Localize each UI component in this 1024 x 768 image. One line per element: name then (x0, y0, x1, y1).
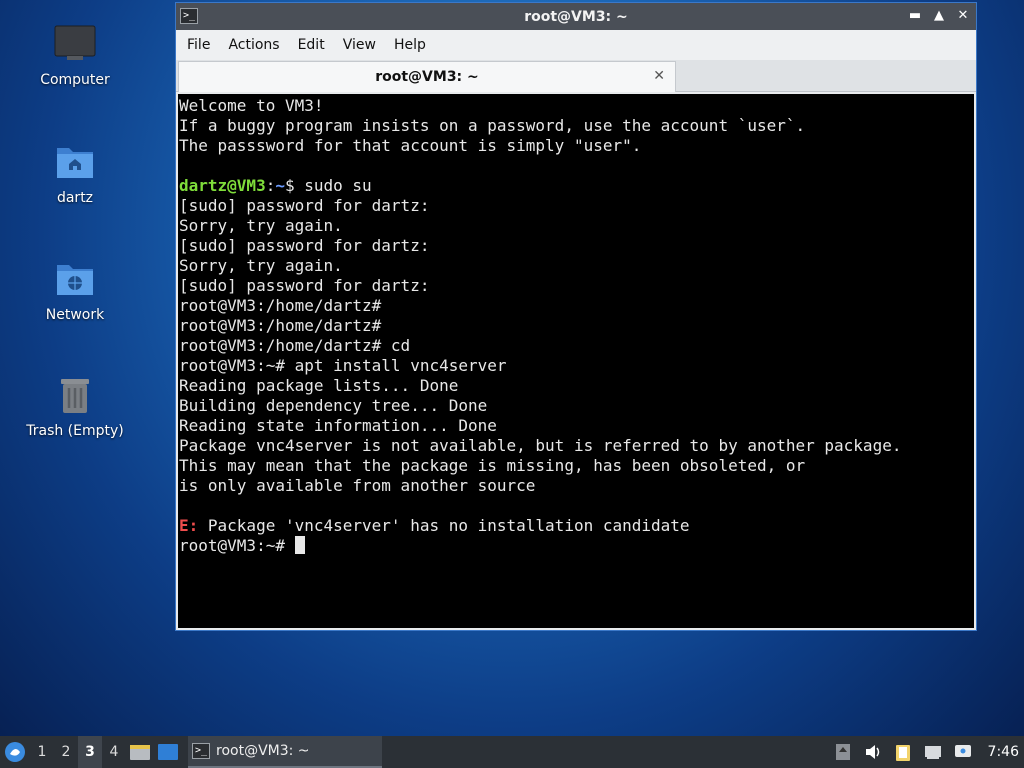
workspace-4[interactable]: 4 (102, 744, 126, 760)
terminal-line: The passsword for that account is simply… (179, 136, 642, 155)
prompt: root@VM3:~# (179, 536, 295, 555)
terminal-line: root@VM3:~# (179, 536, 974, 556)
menu-edit[interactable]: Edit (298, 37, 334, 53)
notification-icon[interactable] (953, 742, 973, 762)
terminal-line: Welcome to VM3! (179, 96, 324, 115)
terminal-line: Sorry, try again. (179, 216, 343, 235)
terminal-line: [sudo] password for dartz: (179, 276, 430, 295)
close-button[interactable]: ✕ (956, 7, 970, 25)
menu-help[interactable]: Help (394, 37, 435, 53)
terminal-line: Reading package lists... Done (179, 376, 459, 395)
terminal-icon: >_ (192, 743, 210, 759)
volume-icon[interactable] (863, 742, 883, 762)
clipboard-icon[interactable] (893, 742, 913, 762)
prompt-path: ~ (275, 176, 285, 195)
clock[interactable]: 7:46 (988, 744, 1019, 760)
tab-bar: root@VM3: ~ ✕ (176, 60, 976, 92)
tab-terminal[interactable]: root@VM3: ~ ✕ (178, 61, 676, 92)
lxqt-logo-icon (5, 742, 25, 762)
error-message: Package 'vnc4server' has no installation… (198, 516, 690, 535)
system-tray: 7:46 (828, 736, 1024, 768)
terminal-line: root@VM3:/home/dartz# cd (179, 336, 411, 355)
maximize-button[interactable]: ▲ (932, 7, 946, 25)
desktop-icon-label: dartz (56, 190, 94, 206)
desktop-icon-network[interactable]: Network (20, 257, 130, 323)
desktop-icon-trash[interactable]: Trash (Empty) (20, 373, 130, 439)
workspace-2[interactable]: 2 (54, 744, 78, 760)
tab-close-icon[interactable]: ✕ (653, 68, 665, 84)
terminal-line: Package vnc4server is not available, but… (179, 436, 902, 455)
terminal-cursor (294, 536, 305, 554)
task-label: root@VM3: ~ (216, 743, 310, 759)
desktop-icon-label: Computer (40, 72, 110, 88)
terminal-line: If a buggy program insists on a password… (179, 116, 806, 135)
taskbar-task-terminal[interactable]: >_ root@VM3: ~ (188, 736, 382, 768)
network-folder-icon (57, 265, 93, 295)
window-titlebar[interactable]: >_ root@VM3: ~ ▬ ▲ ✕ (176, 3, 976, 30)
terminal-line: [sudo] password for dartz: (179, 236, 430, 255)
file-manager-icon[interactable] (129, 741, 151, 763)
menu-view[interactable]: View (343, 37, 385, 53)
terminal-line: Sorry, try again. (179, 256, 343, 275)
minimize-button[interactable]: ▬ (908, 7, 922, 25)
workspace-1[interactable]: 1 (30, 744, 54, 760)
terminal-line: Building dependency tree... Done (179, 396, 488, 415)
prompt-command: $ sudo su (284, 176, 372, 195)
update-icon[interactable] (833, 742, 853, 762)
desktop-icon-computer[interactable]: Computer (20, 22, 130, 88)
terminal-line: root@VM3:/home/dartz# (179, 316, 382, 335)
prompt-separator: : (265, 176, 276, 195)
prompt-user: dartz@VM3 (179, 176, 266, 195)
show-desktop-icon[interactable] (157, 741, 179, 763)
error-prefix: E: (179, 516, 199, 535)
network-tray-icon[interactable] (923, 742, 943, 762)
terminal-line: [sudo] password for dartz: (179, 196, 430, 215)
terminal-output[interactable]: Welcome to VM3! If a buggy program insist… (178, 94, 974, 628)
computer-icon (54, 25, 96, 60)
terminal-line: Reading state information... Done (179, 416, 497, 435)
terminal-window[interactable]: >_ root@VM3: ~ ▬ ▲ ✕ File Actions Edit V… (175, 2, 977, 631)
desktop-icon-dartz[interactable]: dartz (20, 140, 130, 206)
home-folder-icon (57, 148, 93, 178)
terminal-line: is only available from another source (179, 476, 536, 495)
terminal-line: root@VM3:~# apt install vnc4server (179, 356, 507, 375)
start-menu-button[interactable] (0, 736, 30, 768)
taskbar: 1 2 3 4 >_ root@VM3: ~ 7:46 (0, 736, 1024, 768)
desktop-icon-label: Network (45, 307, 105, 323)
menu-actions[interactable]: Actions (228, 37, 288, 53)
menu-bar: File Actions Edit View Help (176, 30, 976, 60)
terminal-line: root@VM3:/home/dartz# (179, 296, 382, 315)
tab-label: root@VM3: ~ (375, 69, 479, 85)
terminal-line: This may mean that the package is missin… (179, 456, 806, 475)
terminal-icon: >_ (180, 8, 198, 24)
terminal-line: dartz@VM3:~$ sudo su (179, 176, 974, 196)
desktop-icon-label: Trash (Empty) (26, 423, 124, 439)
window-title: root@VM3: ~ (524, 8, 628, 25)
workspace-3[interactable]: 3 (78, 736, 102, 768)
menu-file[interactable]: File (187, 37, 219, 53)
terminal-line: E: Package 'vnc4server' has no installat… (179, 516, 974, 536)
trash-icon (61, 379, 89, 413)
